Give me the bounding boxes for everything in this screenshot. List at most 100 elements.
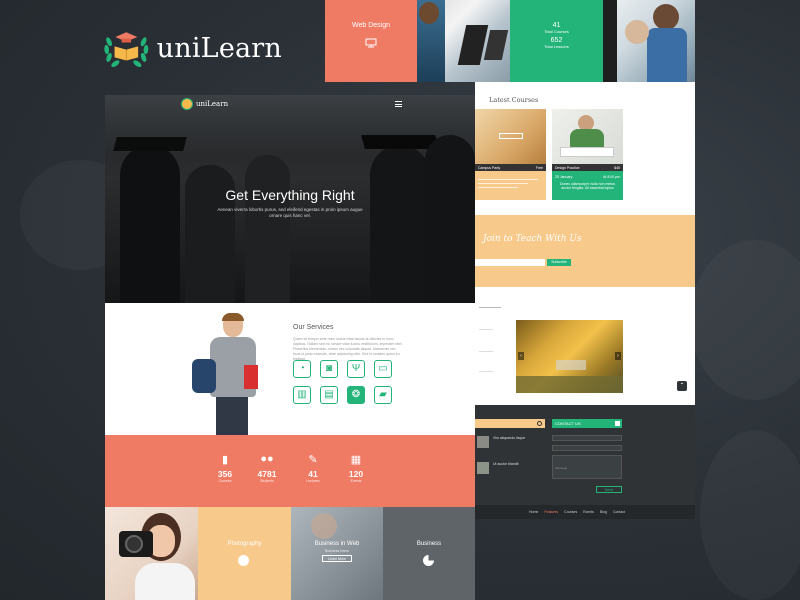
- services-description: Quam sit tempor ante nunc luctus vitae l…: [293, 337, 403, 361]
- subscribe-title: Join to Teach With Us: [483, 234, 582, 244]
- laurel-book-icon: [104, 32, 149, 68]
- course-title-bar: Campus Party Free: [475, 164, 546, 171]
- tile-web-design-label: Web Design: [351, 22, 390, 29]
- tile-courses-stat[interactable]: 41 Total Courses 652 Total Lessons: [510, 0, 603, 82]
- hero-logo[interactable]: uniLearn: [181, 98, 228, 110]
- stat-events-label: Events: [350, 479, 362, 483]
- learn-more-button[interactable]: Learn More: [322, 555, 352, 562]
- course-name: Design Practice: [555, 165, 580, 170]
- course-details: 25 January At 8:00 pm Donec ullamcorper …: [552, 171, 623, 200]
- hero-logo-text: uniLearn: [196, 100, 229, 108]
- aperture-icon[interactable]: ❂: [347, 386, 365, 404]
- chat-icon[interactable]: ▰: [374, 386, 392, 404]
- course-card[interactable]: Design Practice $45 25 January At 8:00 p…: [552, 109, 623, 200]
- category-business[interactable]: Business: [383, 507, 475, 600]
- category-business-web-sub: Business lorem: [325, 549, 349, 553]
- course-details: [475, 171, 546, 200]
- news-thumb: [477, 436, 489, 448]
- brand-logo[interactable]: uniLearn: [102, 18, 282, 78]
- total-lessons-value: 652: [550, 37, 563, 44]
- footer-menu-courses[interactable]: Courses: [564, 510, 577, 514]
- course-price: $45: [614, 165, 620, 170]
- users-icon: ●●: [260, 453, 274, 465]
- student-photo: [190, 313, 275, 435]
- stat-courses: ▮ 356 Courses: [205, 453, 245, 483]
- send-button[interactable]: Send: [596, 486, 622, 493]
- stat-events: ▦ 120 Events: [336, 453, 376, 483]
- background-figure: [690, 240, 800, 400]
- stat-courses-label: Courses: [218, 479, 232, 483]
- footer-menu-blog[interactable]: Blog: [600, 510, 607, 514]
- pie-chart-icon: [423, 555, 434, 566]
- stats-section: ▮ 356 Courses ●● 4781 Students ✎ 41 Lect…: [105, 435, 475, 507]
- presentation-icon[interactable]: ▤: [320, 386, 338, 404]
- footer-news-item[interactable]: Ut auctor blandit: [493, 462, 519, 466]
- tile-photo-students: [603, 0, 695, 82]
- stat-students-value: 4781: [257, 469, 277, 479]
- stat-students-label: Students: [260, 479, 274, 483]
- services-title: Our Services: [293, 324, 334, 331]
- footer-menu-contact[interactable]: Contact: [613, 510, 625, 514]
- categories-row: Photography Business in Web Business lor…: [105, 507, 475, 600]
- contact-email-input[interactable]: Email: [552, 445, 622, 460]
- gallery-image: [516, 320, 623, 393]
- stat-events-value: 120: [348, 469, 364, 479]
- monitor-icon[interactable]: ▭: [374, 360, 392, 378]
- stat-lectures-value: 41: [308, 469, 318, 479]
- news-thumb: [477, 462, 489, 474]
- brand-name: uniLearn: [156, 32, 282, 64]
- category-photography[interactable]: Photography: [198, 507, 291, 600]
- monitor-icon: [325, 35, 417, 53]
- stat-lectures-label: Lectures: [306, 479, 320, 483]
- total-lessons-label: Total Lessons: [544, 44, 569, 49]
- chevron-right-icon[interactable]: ›: [615, 352, 621, 360]
- pencil-icon: ✎: [308, 454, 318, 466]
- footer-menu-features[interactable]: Features: [544, 510, 558, 514]
- camera-icon[interactable]: ◙: [320, 360, 338, 378]
- course-card[interactable]: Campus Party Free: [475, 109, 546, 200]
- pie-chart-icon[interactable]: ◔: [293, 360, 311, 378]
- course-image: [552, 109, 623, 164]
- subscribe-button[interactable]: Subscribe: [547, 259, 571, 266]
- hero-section: uniLearn Get Everything Right Aenean viv…: [105, 95, 475, 303]
- courses-page-mockup: Latest Courses Campus Party Free Design …: [475, 82, 695, 519]
- stat-students: ●● 4781 Students: [247, 453, 287, 483]
- hero-title: Get Everything Right: [225, 187, 355, 203]
- category-photo[interactable]: [105, 507, 198, 600]
- course-description: Donec ullamcorper nulla non metus auctor…: [559, 182, 616, 190]
- course-time: At 8:00 pm: [603, 175, 620, 179]
- laurel-book-icon: [181, 98, 193, 110]
- chevron-left-icon[interactable]: ‹: [518, 352, 524, 360]
- category-business-web[interactable]: Business in Web Business lorem Learn Mor…: [291, 507, 383, 600]
- footer-menu-events[interactable]: Events: [583, 510, 594, 514]
- course-price: Free: [535, 165, 543, 170]
- utensils-icon[interactable]: Ψ: [347, 360, 365, 378]
- stat-courses-value: 356: [217, 469, 233, 479]
- tile-photo-classroom: [417, 0, 510, 82]
- homepage-mockup: uniLearn Get Everything Right Aenean viv…: [105, 95, 475, 600]
- aperture-icon: [238, 555, 249, 566]
- tile-web-design[interactable]: Web Design: [325, 0, 417, 82]
- subscribe-email-input[interactable]: [475, 259, 545, 266]
- category-business-web-label: Business in Web: [314, 541, 360, 547]
- background-figure: [700, 430, 800, 600]
- contact-message-placeholder: Message: [555, 466, 568, 470]
- contact-message-input[interactable]: Message: [552, 455, 622, 479]
- footer-menu: Home Features Courses Events Blog Contac…: [475, 505, 695, 519]
- contact-name-input[interactable]: Name: [552, 435, 622, 450]
- category-photography-label: Photography: [227, 541, 262, 547]
- total-courses-label: Total Courses: [544, 29, 569, 34]
- latest-courses-title: Latest Courses: [489, 96, 539, 104]
- clock-icon: [537, 421, 542, 426]
- footer-section: Vim aliquando iisque Ut auctor blandit C…: [475, 405, 695, 505]
- footer-menu-home[interactable]: Home: [529, 510, 538, 514]
- services-section: Our Services Quam sit tempor ante nunc l…: [105, 303, 475, 435]
- footer-news-item[interactable]: Vim aliquando iisque: [493, 436, 525, 440]
- scroll-top-button[interactable]: ⌃: [677, 381, 687, 391]
- building-icon[interactable]: ▥: [293, 386, 311, 404]
- contact-title: CONTACT US: [555, 421, 581, 426]
- stat-lectures: ✎ 41 Lectures: [293, 453, 333, 483]
- edit-icon: [615, 421, 620, 426]
- hamburger-icon[interactable]: [395, 101, 402, 107]
- calendar-icon: ▦: [350, 454, 362, 466]
